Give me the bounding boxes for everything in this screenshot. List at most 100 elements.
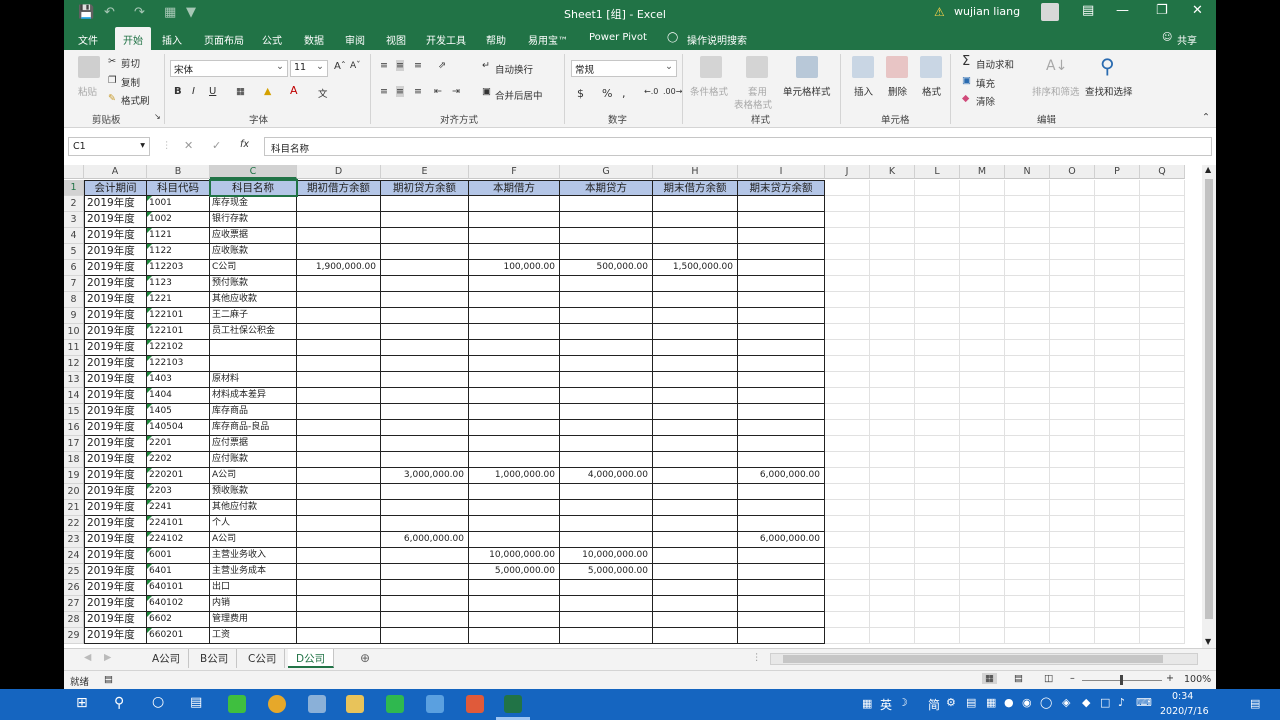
data-cell[interactable]: [381, 340, 469, 356]
data-cell[interactable]: 2019年度: [84, 276, 147, 292]
empty-cell[interactable]: [870, 308, 915, 324]
empty-cell[interactable]: [870, 292, 915, 308]
empty-cell[interactable]: [1095, 276, 1140, 292]
align-left-icon[interactable]: ≡: [380, 86, 388, 97]
column-header-a[interactable]: A: [84, 165, 147, 179]
data-cell[interactable]: [381, 484, 469, 500]
empty-cell[interactable]: [825, 580, 870, 596]
data-cell[interactable]: [560, 580, 653, 596]
tray-icon[interactable]: ◈: [1062, 696, 1070, 709]
empty-cell[interactable]: [1095, 196, 1140, 212]
empty-cell[interactable]: [1095, 308, 1140, 324]
data-cell[interactable]: [653, 324, 738, 340]
column-header-i[interactable]: I: [738, 165, 825, 179]
data-cell[interactable]: 应收账款: [210, 244, 297, 260]
header-cell[interactable]: 科目代码: [147, 180, 210, 196]
format-as-table-button-2[interactable]: 表格格式: [734, 97, 772, 111]
empty-cell[interactable]: [915, 292, 960, 308]
row-header[interactable]: 13: [64, 372, 84, 388]
empty-cell[interactable]: [1050, 180, 1095, 196]
fill-button[interactable]: 填充: [976, 76, 995, 90]
data-cell[interactable]: [560, 196, 653, 212]
empty-cell[interactable]: [960, 500, 1005, 516]
data-cell[interactable]: 主营业务收入: [210, 548, 297, 564]
empty-cell[interactable]: [915, 532, 960, 548]
sheet-tab-c[interactable]: C公司: [240, 649, 286, 668]
data-cell[interactable]: 122101: [147, 308, 210, 324]
column-header-g[interactable]: G: [560, 165, 653, 179]
data-cell[interactable]: [210, 356, 297, 372]
data-cell[interactable]: [297, 212, 381, 228]
data-cell[interactable]: 6,000,000.00: [381, 532, 469, 548]
data-cell[interactable]: 2019年度: [84, 484, 147, 500]
data-cell[interactable]: [381, 580, 469, 596]
empty-cell[interactable]: [825, 212, 870, 228]
column-header-b[interactable]: B: [147, 165, 210, 179]
empty-cell[interactable]: [825, 324, 870, 340]
empty-cell[interactable]: [1050, 420, 1095, 436]
empty-cell[interactable]: [1095, 452, 1140, 468]
empty-cell[interactable]: [1050, 580, 1095, 596]
row-header[interactable]: 23: [64, 532, 84, 548]
empty-cell[interactable]: [1140, 500, 1185, 516]
empty-cell[interactable]: [1095, 388, 1140, 404]
empty-cell[interactable]: [1005, 548, 1050, 564]
empty-cell[interactable]: [825, 180, 870, 196]
data-cell[interactable]: 2019年度: [84, 468, 147, 484]
data-cell[interactable]: 6602: [147, 612, 210, 628]
empty-cell[interactable]: [825, 340, 870, 356]
header-cell[interactable]: 期初借方余额: [297, 180, 381, 196]
empty-cell[interactable]: [960, 180, 1005, 196]
data-cell[interactable]: 2019年度: [84, 260, 147, 276]
tab-insert[interactable]: 插入: [162, 32, 182, 47]
column-header-l[interactable]: L: [915, 165, 960, 179]
data-cell[interactable]: [738, 548, 825, 564]
row-header[interactable]: 16: [64, 420, 84, 436]
empty-cell[interactable]: [1005, 372, 1050, 388]
name-box[interactable]: C1 ▾: [68, 137, 150, 156]
data-cell[interactable]: [653, 468, 738, 484]
row-header[interactable]: 14: [64, 388, 84, 404]
clock-time[interactable]: 0:34: [1172, 691, 1193, 702]
empty-cell[interactable]: [960, 260, 1005, 276]
empty-cell[interactable]: [1140, 212, 1185, 228]
empty-cell[interactable]: [825, 484, 870, 500]
tab-developer[interactable]: 开发工具: [426, 32, 466, 47]
empty-cell[interactable]: [870, 500, 915, 516]
data-cell[interactable]: [560, 356, 653, 372]
data-cell[interactable]: 6401: [147, 564, 210, 580]
grid-icon[interactable]: ▦: [164, 5, 176, 20]
align-bottom-icon[interactable]: ≡: [414, 60, 422, 71]
row-header[interactable]: 1: [64, 180, 84, 196]
empty-cell[interactable]: [1050, 500, 1095, 516]
row-header[interactable]: 25: [64, 564, 84, 580]
empty-cell[interactable]: [915, 180, 960, 196]
data-cell[interactable]: [381, 324, 469, 340]
data-cell[interactable]: [653, 244, 738, 260]
increase-font-icon[interactable]: Aˆ: [334, 61, 346, 72]
data-cell[interactable]: 5,000,000.00: [560, 564, 653, 580]
comma-icon[interactable]: ,: [622, 87, 626, 100]
ime-lang[interactable]: 英: [880, 696, 892, 713]
data-cell[interactable]: [381, 404, 469, 420]
row-header[interactable]: 7: [64, 276, 84, 292]
empty-cell[interactable]: [915, 388, 960, 404]
italic-icon[interactable]: I: [192, 86, 195, 97]
data-cell[interactable]: [738, 212, 825, 228]
data-cell[interactable]: [653, 372, 738, 388]
empty-cell[interactable]: [960, 228, 1005, 244]
empty-cell[interactable]: [1005, 612, 1050, 628]
empty-cell[interactable]: [1050, 276, 1095, 292]
data-cell[interactable]: [560, 292, 653, 308]
empty-cell[interactable]: [1095, 484, 1140, 500]
redo-icon[interactable]: ↷: [134, 5, 145, 20]
data-cell[interactable]: [381, 612, 469, 628]
row-header[interactable]: 22: [64, 516, 84, 532]
row-header[interactable]: 4: [64, 228, 84, 244]
next-sheet-icon[interactable]: ▶: [104, 652, 111, 663]
data-cell[interactable]: [560, 388, 653, 404]
data-cell[interactable]: [381, 564, 469, 580]
data-cell[interactable]: [469, 436, 560, 452]
empty-cell[interactable]: [1095, 244, 1140, 260]
empty-cell[interactable]: [1140, 484, 1185, 500]
